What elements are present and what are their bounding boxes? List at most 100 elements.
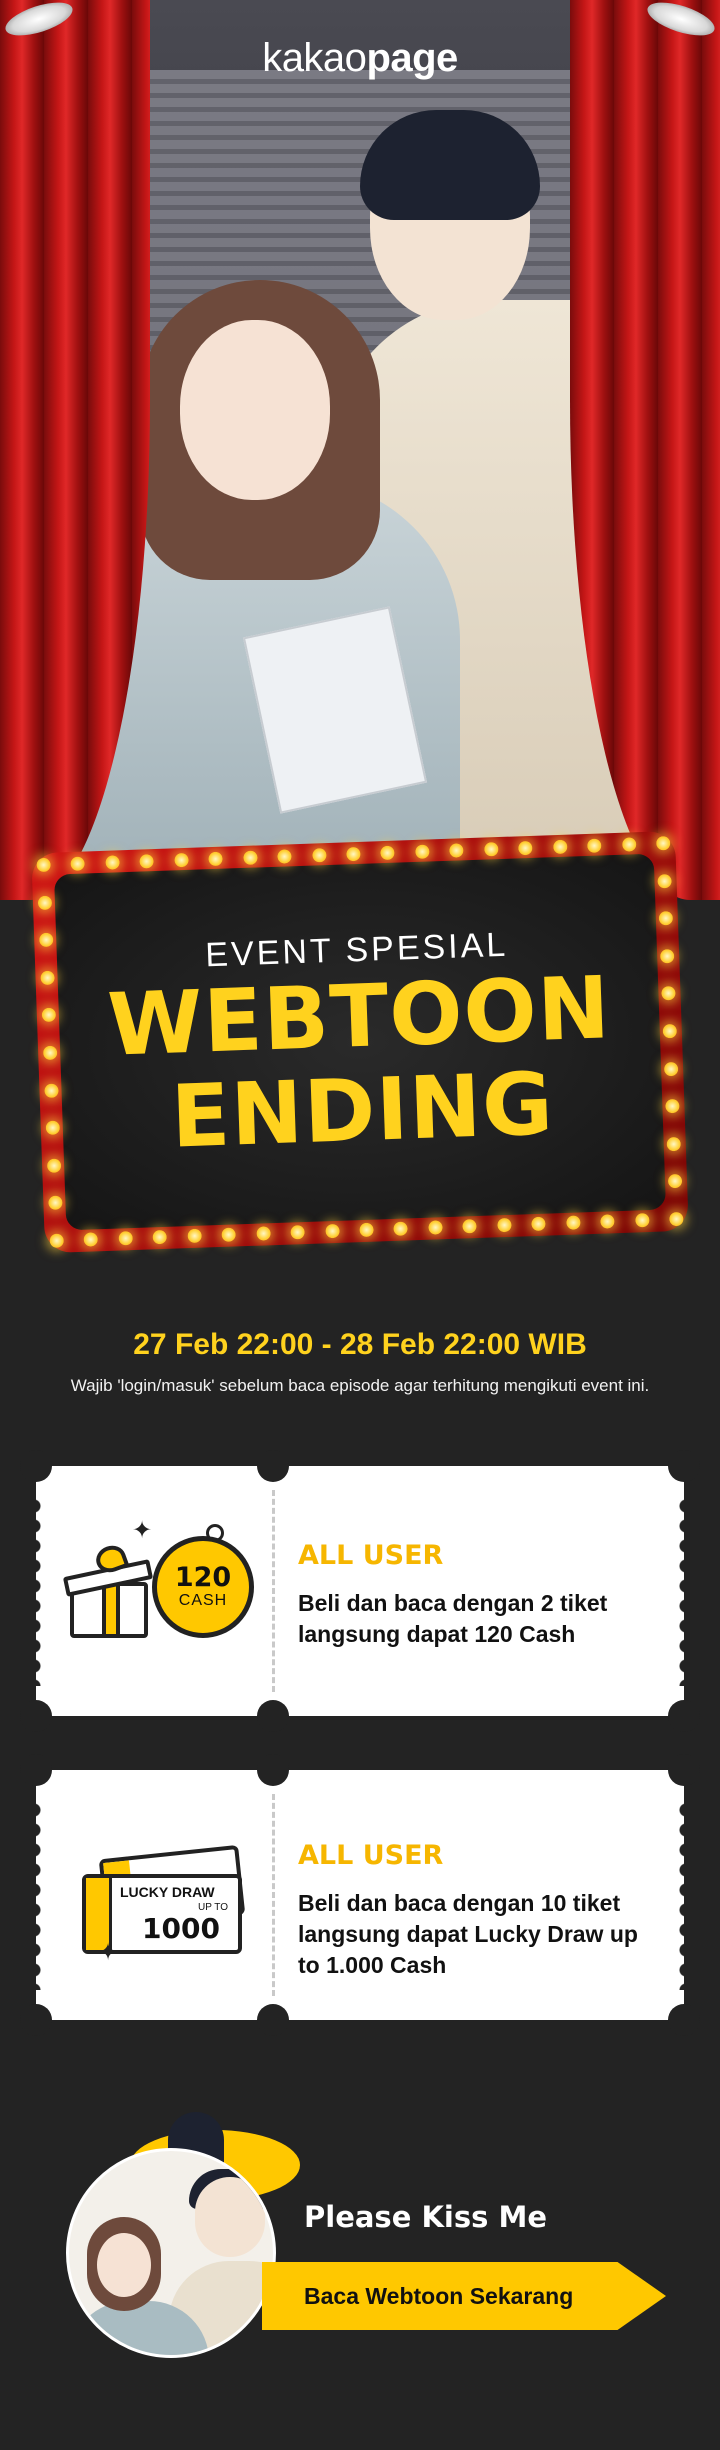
marquee-bulb-icon: [462, 1219, 478, 1234]
ticket-notch: [668, 1700, 700, 1732]
marquee-bulb-icon: [667, 1174, 683, 1189]
reward-description: Beli dan baca dengan 10 tiket langsung d…: [298, 1890, 638, 1978]
marquee-bulb-icon: [346, 846, 361, 862]
ticket-perforation: [272, 1490, 275, 1692]
marquee-bulb-icon: [40, 970, 55, 985]
marquee-bulb-icon: [634, 1213, 650, 1228]
marquee-bulb-icon: [659, 948, 675, 964]
marquee-bulb-icon: [290, 1225, 305, 1240]
marquee-bulb-icon: [663, 1061, 679, 1076]
marquee-bulb-icon: [139, 854, 155, 869]
ticket-edge: [672, 1496, 686, 1686]
marquee-bulb-icon: [600, 1214, 615, 1229]
marquee-bulb-icon: [656, 836, 671, 851]
kakaopage-logo[interactable]: kakaopage: [0, 36, 720, 81]
coin-unit: CASH: [178, 1592, 228, 1609]
event-date-range: 27 Feb 22:00 - 28 Feb 22:00 WIB: [133, 1328, 587, 1361]
ticket-notch: [257, 1700, 289, 1732]
ticket-notch: [20, 1700, 52, 1732]
marquee-bulb-icon: [665, 1099, 680, 1114]
marquee-bulb-icon: [174, 852, 189, 868]
cash-coin-icon: 120 CASH: [152, 1536, 254, 1638]
reward-audience: ALL USER: [298, 1840, 444, 1871]
logo-bold-text: page: [366, 36, 458, 80]
marquee-bulb-icon: [380, 845, 396, 861]
lucky-draw-ticket-icon: LUCKY DRAW UP TO 1000: [82, 1844, 252, 1954]
marquee-bulb-icon: [657, 873, 672, 889]
reward-ticket-1: ✦ 120 CASH ALL USER Beli dan baca dengan…: [20, 1450, 700, 1732]
marquee-bulb-icon: [587, 838, 602, 853]
reward-description: Beli dan baca dengan 2 tiket langsung da…: [298, 1590, 608, 1647]
marquee-bulb-icon: [221, 1227, 237, 1242]
marquee-bulb-icon: [256, 1226, 271, 1241]
event-title-line2: ENDING: [169, 1053, 556, 1168]
marquee-bulb-icon: [621, 837, 637, 852]
ticket-perforation: [272, 1794, 275, 1996]
marquee-bulb-icon: [666, 1136, 681, 1152]
lucky-draw-label: LUCKY DRAW: [120, 1884, 215, 1900]
marquee-bulb-icon: [118, 1231, 133, 1246]
marquee-bulb-icon: [208, 851, 223, 867]
marquee-bulb-icon: [42, 1045, 58, 1061]
marquee-bulb-icon: [497, 1217, 512, 1233]
ticket-notch: [257, 2004, 289, 2036]
ticket-notch: [257, 1450, 289, 1482]
marquee-bulb-icon: [669, 1211, 684, 1227]
illustration-woman-head: [180, 320, 330, 500]
marquee-bulb-icon: [661, 986, 676, 1001]
coin-amount: 120: [174, 1562, 232, 1593]
marquee-bulb-icon: [415, 844, 430, 859]
marquee-bulb-icon: [277, 849, 292, 864]
marquee-bulb-icon: [187, 1228, 202, 1244]
event-login-note: Wajib 'login/masuk' sebelum baca episode…: [70, 1376, 650, 1395]
marquee-bulb-icon: [565, 1215, 581, 1230]
marquee-bulb-icon: [658, 911, 674, 926]
marquee-bulb-icon: [48, 1195, 63, 1211]
marquee-bulb-icon: [662, 1023, 678, 1039]
marquee-bulb-icon: [41, 1007, 57, 1023]
lucky-draw-amount: 1000: [142, 1912, 220, 1945]
marquee-bulb-icon: [36, 857, 51, 873]
sparkle-icon: ✦: [132, 1517, 153, 1544]
gift-box-icon: [62, 1541, 154, 1638]
event-marquee-sign: EVENT SPESIAL WEBTOON ENDING: [31, 830, 689, 1254]
read-webtoon-button[interactable]: Baca Webtoon Sekarang: [262, 2262, 666, 2330]
marquee-bulb-icon: [324, 1223, 340, 1239]
marquee-bulb-icon: [49, 1233, 64, 1248]
marquee-bulb-icon: [449, 843, 464, 858]
marquee-bulb-icon: [46, 1158, 62, 1173]
marquee-bulb-icon: [39, 932, 54, 948]
marquee-bulb-icon: [44, 1083, 59, 1098]
marquee-bulb-icon: [105, 855, 120, 870]
marquee-bulb-icon: [70, 856, 86, 871]
reward-ticket-2: LUCKY DRAW UP TO 1000 ✦ ALL USER Beli da…: [20, 1754, 700, 2036]
read-webtoon-button-label: Baca Webtoon Sekarang: [304, 2282, 574, 2309]
marquee-bulb-icon: [242, 850, 258, 865]
ticket-notch: [20, 1450, 52, 1482]
webtoon-title: Please Kiss Me: [304, 2200, 548, 2234]
marquee-bulb-icon: [483, 842, 499, 857]
sparkle-icon: ✦: [98, 1939, 119, 1966]
reward-audience: ALL USER: [298, 1540, 444, 1571]
ticket-edge: [672, 1800, 686, 1990]
marquee-bulb-icon: [552, 839, 568, 855]
ticket-notch: [20, 2004, 52, 2036]
marquee-bulb-icon: [393, 1221, 409, 1236]
logo-light-text: kakao: [262, 36, 367, 80]
marquee-bulb-icon: [152, 1229, 168, 1245]
ticket-notch: [257, 1754, 289, 1786]
ticket-edge: [34, 1496, 48, 1686]
marquee-bulb-icon: [359, 1222, 374, 1238]
marquee-bulb-icon: [83, 1232, 99, 1247]
webtoon-thumbnail[interactable]: [66, 2148, 276, 2358]
ticket-notch: [20, 1754, 52, 1786]
ticket-edge: [34, 1800, 48, 1990]
marquee-panel: EVENT SPESIAL WEBTOON ENDING: [53, 853, 667, 1231]
marquee-bulb-icon: [45, 1120, 61, 1136]
marquee-bulb-icon: [428, 1220, 443, 1235]
marquee-bulb-icon: [531, 1216, 546, 1232]
marquee-bulb-icon: [311, 848, 327, 863]
ticket-notch: [668, 1754, 700, 1786]
marquee-bulb-icon: [518, 840, 533, 856]
ticket-notch: [668, 1450, 700, 1482]
